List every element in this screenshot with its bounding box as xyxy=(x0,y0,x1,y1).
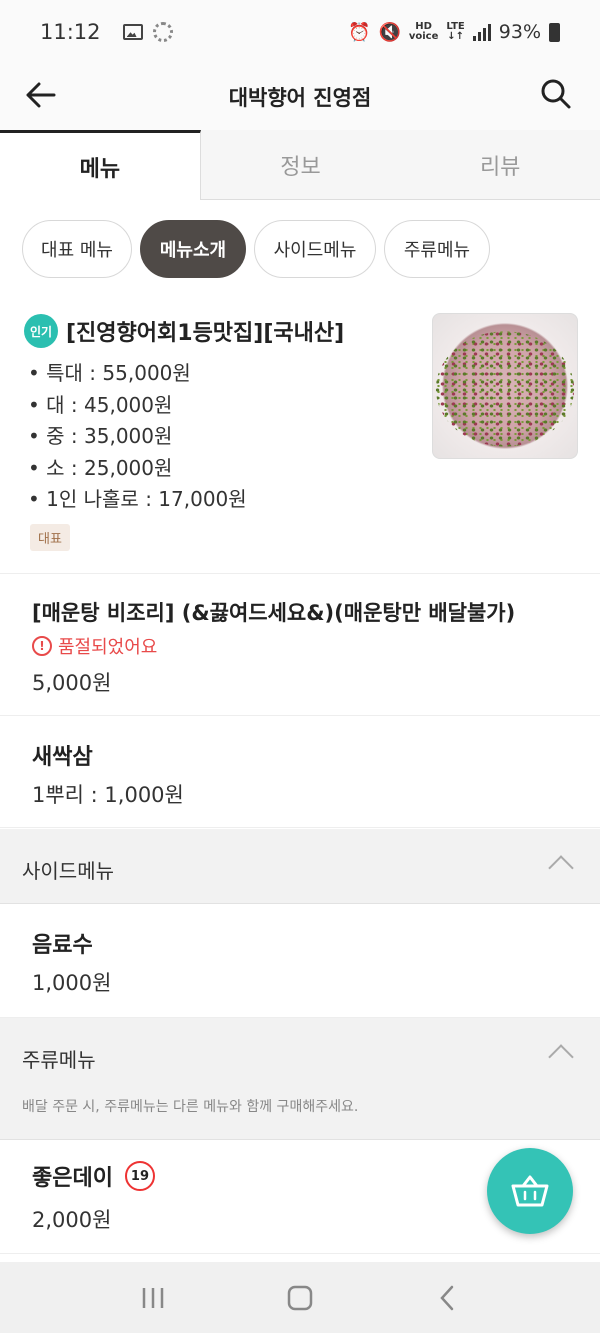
item-photo xyxy=(432,313,578,459)
app-bar: 대박향어 진영점 xyxy=(0,64,600,130)
tab-bar: 메뉴 정보 리뷰 xyxy=(0,130,600,200)
section-alcohol-menu[interactable]: 주류메뉴 배달 주문 시, 주류메뉴는 다른 메뉴와 함께 구매해주세요. xyxy=(0,1018,600,1140)
item-name-row: 좋은데이 19 xyxy=(32,1160,155,1192)
item-name: 음료수 xyxy=(32,933,93,958)
status-bar: 11:12 ⏰ 🔇 HD voice LTE ↓↑ 93% xyxy=(0,0,600,64)
loading-notification-icon xyxy=(152,22,173,42)
chip-representative-menu[interactable]: 대표 메뉴 xyxy=(22,220,132,278)
chip-alcohol-menu[interactable]: 주류메뉴 xyxy=(384,220,490,278)
price-line: • 1인 나홀로 : 17,000원 xyxy=(28,487,247,511)
soldout-notice: ! 품절되었어요 xyxy=(32,633,157,659)
item-name: [진영향어회1등맛집][국내산] xyxy=(66,321,345,346)
battery-icon xyxy=(549,22,560,42)
item-name: 좋은데이 xyxy=(32,1166,113,1191)
section-note: 배달 주문 시, 주류메뉴는 다른 메뉴와 함께 구매해주세요. xyxy=(22,1099,359,1115)
chevron-up-icon[interactable] xyxy=(548,855,574,881)
item-name-row: 인기 [진영향어회1등맛집][국내산] xyxy=(24,314,344,348)
chip-side-menu[interactable]: 사이드메뉴 xyxy=(254,220,376,278)
menu-item-maeuntang[interactable]: [매운탕 비조리] (&끓여드세요&)(매운탕만 배달불가) ! 품절되었어요 … xyxy=(0,575,600,716)
section-title: 주류메뉴 xyxy=(22,1048,96,1072)
tab-reviews[interactable]: 리뷰 xyxy=(400,130,600,200)
item-description: • 특대 : 55,000원 • 대 : 45,000원 • 중 : 35,00… xyxy=(28,358,247,516)
tab-menu[interactable]: 메뉴 xyxy=(0,130,201,200)
price-line: • 중 : 35,000원 xyxy=(28,424,173,448)
item-price: 5,000원 xyxy=(32,671,112,695)
signal-icon xyxy=(472,23,491,41)
item-name: 새싹삼 xyxy=(32,745,93,770)
battery-percent: 93% xyxy=(498,21,541,43)
status-time: 11:12 xyxy=(40,20,101,44)
price-line: • 특대 : 55,000원 xyxy=(28,361,191,385)
soldout-text: 품절되었어요 xyxy=(58,637,158,658)
item-price: 1뿌리 : 1,000원 xyxy=(32,783,184,807)
item-name: [매운탕 비조리] (&끓여드세요&)(매운탕만 배달불가) xyxy=(32,601,516,625)
store-title: 대박향어 진영점 xyxy=(228,86,372,110)
price-line: • 소 : 25,000원 xyxy=(28,455,173,480)
search-icon[interactable] xyxy=(538,76,574,112)
cart-button[interactable] xyxy=(487,1148,573,1234)
representative-tag: 대표 xyxy=(30,524,70,551)
home-icon[interactable] xyxy=(280,1278,320,1318)
section-side-menu[interactable]: 사이드메뉴 xyxy=(0,829,600,904)
menu-item-drink[interactable]: 음료수 1,000원 xyxy=(0,905,600,1018)
gallery-notification-icon xyxy=(122,24,143,40)
menu-item-saessaksam[interactable]: 새싹삼 1뿌리 : 1,000원 xyxy=(0,717,600,828)
tab-info[interactable]: 정보 xyxy=(200,130,401,200)
recent-apps-icon[interactable] xyxy=(133,1278,173,1318)
alert-icon: ! xyxy=(32,636,52,656)
chip-menu-intro[interactable]: 메뉴소개 xyxy=(140,220,246,278)
adult-only-badge: 19 xyxy=(124,1161,155,1191)
category-chips: 대표 메뉴 메뉴소개 사이드메뉴 주류메뉴 xyxy=(22,220,490,278)
hd-voice-icon: HD voice xyxy=(408,21,439,42)
section-title: 사이드메뉴 xyxy=(22,859,114,883)
back-arrow-icon[interactable] xyxy=(24,78,58,112)
basket-icon xyxy=(511,1175,549,1207)
lte-icon: LTE ↓↑ xyxy=(446,21,465,42)
mute-icon: 🔇 xyxy=(378,21,401,43)
system-back-icon[interactable] xyxy=(427,1278,467,1318)
item-price: 2,000원 xyxy=(32,1208,112,1232)
chevron-up-icon[interactable] xyxy=(548,1044,574,1070)
item-price: 1,000원 xyxy=(32,971,112,995)
popular-badge: 인기 xyxy=(24,314,58,348)
menu-item-hyangeo[interactable]: 인기 [진영향어회1등맛집][국내산] • 특대 : 55,000원 • 대 :… xyxy=(0,300,600,574)
alarm-icon: ⏰ xyxy=(348,21,371,43)
price-line: • 대 : 45,000원 xyxy=(28,392,173,417)
system-nav-bar xyxy=(0,1262,600,1333)
